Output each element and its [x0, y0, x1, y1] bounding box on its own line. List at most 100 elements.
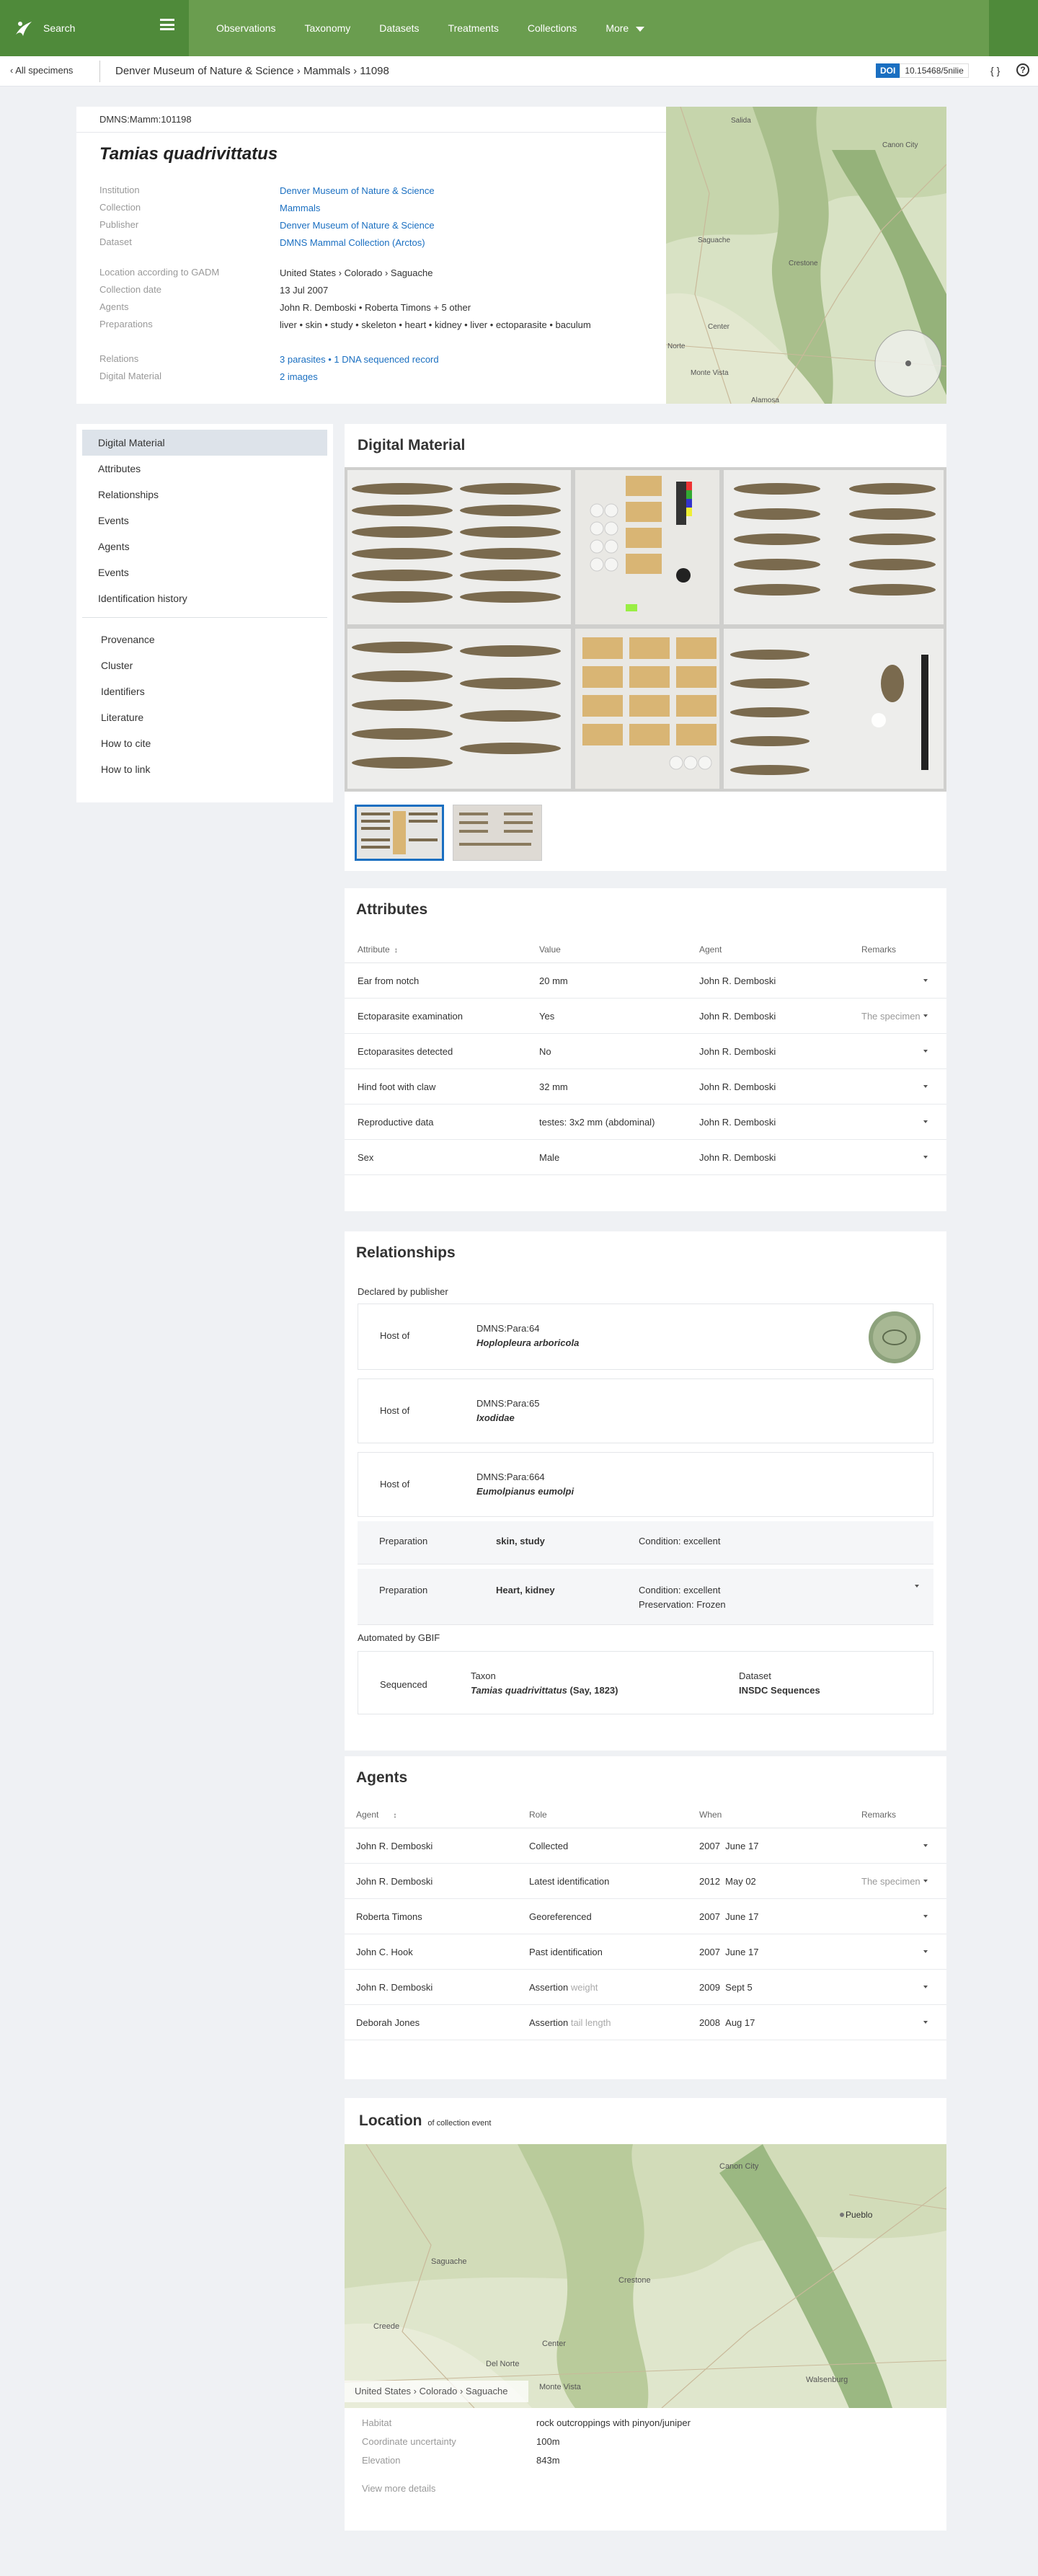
cell: John R. Demboski [699, 1045, 776, 1057]
image-thumbnail-2[interactable] [453, 805, 542, 861]
location-map[interactable]: Canon City Pueblo Saguache Crestone Cree… [344, 2143, 947, 2409]
chevron-down-icon[interactable] [923, 1120, 928, 1123]
nav-more[interactable]: More [606, 22, 645, 34]
chevron-down-icon[interactable] [923, 1014, 928, 1017]
detail-key: Habitat [362, 2417, 392, 2428]
nav-taxonomy[interactable]: Taxonomy [304, 22, 350, 34]
nav-datasets[interactable]: Datasets [379, 22, 419, 34]
sidebar-item-attributes[interactable]: Attributes [82, 456, 327, 482]
chevron-down-icon[interactable] [923, 1844, 928, 1847]
table-row[interactable]: Ear from notch 20 mm John R. Demboski [345, 963, 946, 999]
hamburger-menu-icon[interactable] [160, 19, 174, 30]
chevron-down-icon[interactable] [923, 1156, 928, 1159]
table-row[interactable]: Deborah Jones Assertion tail length 2008 A… [345, 2005, 946, 2040]
table-row[interactable]: Ectoparasite examination Yes John R. Dembo… [345, 999, 946, 1034]
preparation-row[interactable]: Preparation skin, study Condition: excel… [358, 1521, 933, 1564]
publisher-link[interactable]: Denver Museum of Nature & Science [280, 219, 662, 236]
relationship-item[interactable]: Host of DMNS:Para:664 Eumolpianus eumolp… [358, 1452, 933, 1517]
related-id: DMNS:Para:65 [476, 1398, 540, 1409]
chevron-down-icon[interactable] [923, 1950, 928, 1953]
relationship-item[interactable]: Host of DMNS:Para:65 Ixodidae [358, 1378, 933, 1443]
relationship-item[interactable]: Host of DMNS:Para:64 Hoplopleura arboric… [358, 1304, 933, 1370]
back-to-specimens-link[interactable]: ‹ All specimens [10, 65, 73, 76]
doi-chip[interactable]: DOI 10.15468/5nilie [876, 63, 969, 78]
table-row[interactable]: Ectoparasites detected No John R. Demboski [345, 1034, 946, 1069]
preparation-row[interactable]: Preparation Heart, kidney Condition: exc… [358, 1569, 933, 1625]
table-row[interactable]: Reproductive data testes: 3x2 mm (abdomin… [345, 1105, 946, 1140]
sidebar-item-provenance[interactable]: Provenance [82, 627, 327, 652]
agent-name: John R. Demboski [356, 1875, 433, 1887]
role-label: Georeferenced [529, 1911, 592, 1922]
when-year: 2008 [699, 2017, 720, 2028]
sidebar-item-relationships[interactable]: Relationships [82, 482, 327, 508]
gbif-logo-icon[interactable] [13, 17, 35, 39]
table-row[interactable]: John C. Hook Past identification 2007 Jun… [345, 1934, 946, 1970]
table-row[interactable]: John R. Demboski Collected 2007 June 17 [345, 1828, 946, 1864]
map-label-saguache: Saguache [698, 236, 730, 244]
chevron-down-icon[interactable] [923, 1050, 928, 1053]
agent-name: John R. Demboski [356, 1840, 433, 1851]
chevron-down-icon[interactable] [923, 2021, 928, 2024]
chevron-down-icon[interactable] [923, 1085, 928, 1088]
dataset-link[interactable]: DMNS Mammal Collection (Arctos) [280, 236, 662, 254]
header-map[interactable]: Salida Canon City Saguache Crestone Cent… [665, 106, 947, 404]
sort-icon[interactable]: ↕ [394, 947, 398, 955]
related-taxon: Eumolpianus eumolpi [476, 1486, 575, 1497]
sidebar-item-literature[interactable]: Literature [82, 704, 327, 730]
cell: Male [539, 1151, 560, 1163]
sidebar-item-how-to-link[interactable]: How to link [82, 756, 327, 782]
table-row[interactable]: Roberta Timons Georeferenced 2007 June 17 [345, 1899, 946, 1934]
top-navigation: Search Observations Taxonomy Datasets Tr… [0, 0, 1038, 56]
doi-badge: DOI [876, 63, 900, 78]
digital-material-link[interactable]: 2 images [280, 371, 662, 388]
sidebar-item-events[interactable]: Events [82, 508, 327, 534]
cell: Ectoparasite examination [358, 1010, 463, 1022]
sidebar-item-how-to-cite[interactable]: How to cite [82, 730, 327, 756]
column-header-attribute[interactable]: Attribute ↕ [345, 944, 526, 955]
agent-role: Past identification [526, 1947, 692, 1957]
specimen-photo[interactable] [345, 467, 946, 792]
collection-link[interactable]: Mammals [280, 202, 662, 219]
sequenced-item[interactable]: Sequenced Taxon Tamias quadrivittatus (S… [358, 1651, 933, 1714]
sort-icon[interactable]: ↕ [393, 1812, 396, 1820]
table-header: Attribute ↕ Value Agent Remarks [345, 936, 946, 963]
column-header-role: Role [529, 1809, 547, 1820]
institution-link[interactable]: Denver Museum of Nature & Science [280, 185, 662, 202]
parasite-thumbnail[interactable] [869, 1311, 921, 1363]
location-value: United States › Colorado › Saguache [280, 267, 433, 278]
agent-when: 2007 June 17 [692, 1841, 854, 1851]
help-icon[interactable]: ? [1016, 63, 1029, 76]
chevron-down-icon[interactable] [923, 1915, 928, 1918]
chevron-down-icon[interactable] [923, 1986, 928, 1988]
nav-treatments[interactable]: Treatments [448, 22, 499, 34]
chevron-down-icon[interactable] [923, 979, 928, 982]
relations-link[interactable]: 3 parasites • 1 DNA sequenced record [280, 353, 662, 371]
table-row[interactable]: Sex Male John R. Demboski [345, 1140, 946, 1175]
image-thumbnail-1[interactable] [355, 805, 444, 861]
column-header-when: When [699, 1809, 722, 1820]
map-label-crestone: Crestone [618, 2276, 651, 2285]
sidebar-item-identifiers[interactable]: Identifiers [82, 678, 327, 704]
table-row[interactable]: Hind foot with claw 32 mm John R. Demboski [345, 1069, 946, 1105]
table-row[interactable]: John R. Demboski Assertion weight 2009 Sep… [345, 1970, 946, 2005]
sidebar-item-identification-history[interactable]: Identification history [82, 585, 327, 611]
sidebar-item-digital-material[interactable]: Digital Material [82, 430, 327, 456]
nav-collections[interactable]: Collections [528, 22, 577, 34]
role-label: Latest identification [529, 1875, 610, 1887]
cell: testes: 3x2 mm (abdominal) [539, 1116, 655, 1128]
map-label-alamosa: Alamosa [751, 397, 779, 404]
code-icon[interactable]: { } [990, 65, 1000, 76]
automated-by-gbif-label: Automated by GBIF [358, 1632, 440, 1643]
column-header-agent[interactable]: Agent ↕ [345, 1810, 526, 1820]
search-link[interactable]: Search [43, 22, 75, 34]
chevron-down-icon[interactable] [923, 1880, 928, 1882]
chevron-down-icon[interactable] [915, 1585, 919, 1588]
sidebar-item-events-2[interactable]: Events [82, 559, 327, 585]
table-row[interactable]: John R. Demboski Latest identification 20… [345, 1864, 946, 1899]
view-more-details-link[interactable]: View more details [362, 2483, 435, 2494]
relationships-card: Relationships Declared by publisher Host… [345, 1231, 946, 1750]
sidebar-item-agents[interactable]: Agents [82, 534, 327, 559]
sidebar-item-cluster[interactable]: Cluster [82, 652, 327, 678]
nav-observations[interactable]: Observations [216, 22, 275, 34]
cell: John R. Demboski [699, 1151, 776, 1163]
